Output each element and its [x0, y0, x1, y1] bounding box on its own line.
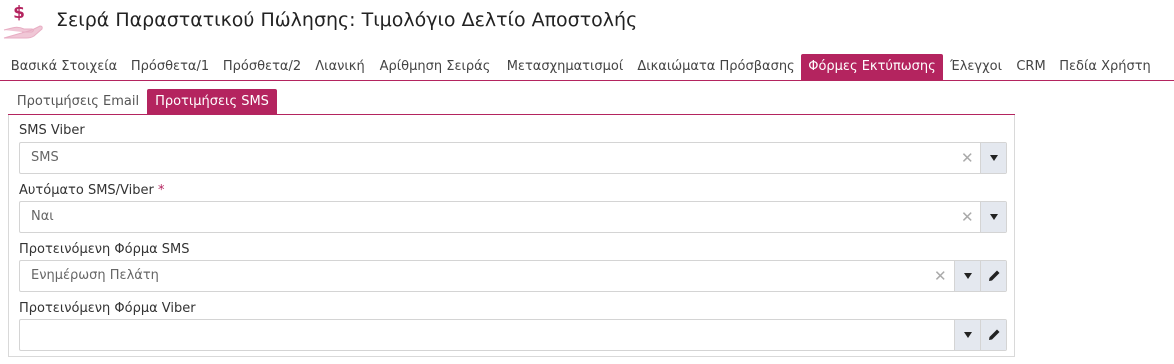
- edit-button[interactable]: [980, 261, 1006, 291]
- tab-crm[interactable]: CRM: [1008, 54, 1054, 80]
- clear-icon[interactable]: ✕: [961, 208, 974, 226]
- default-viber-form-label-text: Προτεινόμενη Φόρμα Viber: [19, 301, 196, 316]
- dropdown-button[interactable]: [954, 320, 980, 350]
- pencil-icon: [989, 329, 1000, 340]
- chevron-down-icon: [990, 214, 998, 220]
- sms-viber-label: SMS Viber: [19, 123, 85, 138]
- tab-additional-1[interactable]: Πρόσθετα/1: [124, 54, 216, 80]
- clear-icon[interactable]: ✕: [934, 267, 947, 285]
- auto-sms-viber-value: Ναι: [31, 209, 54, 224]
- tab-retail[interactable]: Λιανική: [308, 54, 372, 80]
- tab-print-forms[interactable]: Φόρμες Εκτύπωσης: [801, 54, 943, 80]
- tab-series-numbering[interactable]: Αρίθμηση Σειράς: [372, 54, 498, 80]
- hand-money-icon: $: [2, 2, 44, 40]
- auto-sms-viber-select[interactable]: Ναι ✕: [19, 201, 1007, 233]
- sms-viber-select[interactable]: SMS ✕: [19, 142, 1007, 174]
- default-sms-form-label-text: Προτεινόμενη Φόρμα SMS: [19, 242, 190, 257]
- auto-sms-viber-label: Αυτόματο SMS/Viber *: [19, 183, 165, 198]
- sms-viber-label-text: SMS Viber: [19, 123, 85, 138]
- dropdown-button[interactable]: [954, 261, 980, 291]
- main-tabs: Βασικά Στοιχεία Πρόσθετα/1 Πρόσθετα/2 Λι…: [0, 54, 1174, 81]
- tab-transformations[interactable]: Μετασχηματισμοί: [498, 54, 632, 80]
- default-sms-form-label: Προτεινόμενη Φόρμα SMS: [19, 242, 190, 257]
- default-sms-form-value: Ενημέρωση Πελάτη: [31, 268, 159, 283]
- chevron-down-icon: [990, 155, 998, 161]
- tab-email-preferences[interactable]: Προτιμήσεις Email: [10, 89, 146, 114]
- tab-additional-2[interactable]: Πρόσθετα/2: [216, 54, 308, 80]
- page-title: Σειρά Παραστατικού Πώλησης: Τιμολόγιο Δε…: [56, 9, 638, 31]
- dropdown-button[interactable]: [980, 202, 1006, 232]
- dropdown-button[interactable]: [980, 143, 1006, 173]
- default-viber-form-label: Προτεινόμενη Φόρμα Viber: [19, 301, 196, 316]
- edit-button[interactable]: [980, 320, 1006, 350]
- tab-sms-preferences[interactable]: Προτιμήσεις SMS: [147, 89, 277, 114]
- chevron-down-icon: [964, 332, 972, 338]
- svg-text:$: $: [13, 3, 25, 23]
- chevron-down-icon: [964, 273, 972, 279]
- page-header: $ Σειρά Παραστατικού Πώλησης: Τιμολόγιο …: [0, 0, 1174, 44]
- preference-tabs: Προτιμήσεις Email Προτιμήσεις SMS: [8, 89, 1015, 115]
- default-viber-form-select[interactable]: [19, 319, 1007, 351]
- pencil-icon: [989, 270, 1000, 281]
- clear-icon[interactable]: ✕: [961, 149, 974, 167]
- auto-sms-viber-label-text: Αυτόματο SMS/Viber: [19, 183, 154, 198]
- tab-checks[interactable]: Έλεγχοι: [944, 54, 1008, 80]
- required-marker: *: [158, 183, 165, 198]
- tab-basic-info[interactable]: Βασικά Στοιχεία: [4, 54, 124, 80]
- sms-viber-value: SMS: [31, 150, 59, 165]
- tab-user-fields[interactable]: Πεδία Χρήστη: [1054, 54, 1156, 80]
- tab-access-rights[interactable]: Δικαιώματα Πρόσβασης: [632, 54, 800, 80]
- default-sms-form-select[interactable]: Ενημέρωση Πελάτη ✕: [19, 260, 1007, 292]
